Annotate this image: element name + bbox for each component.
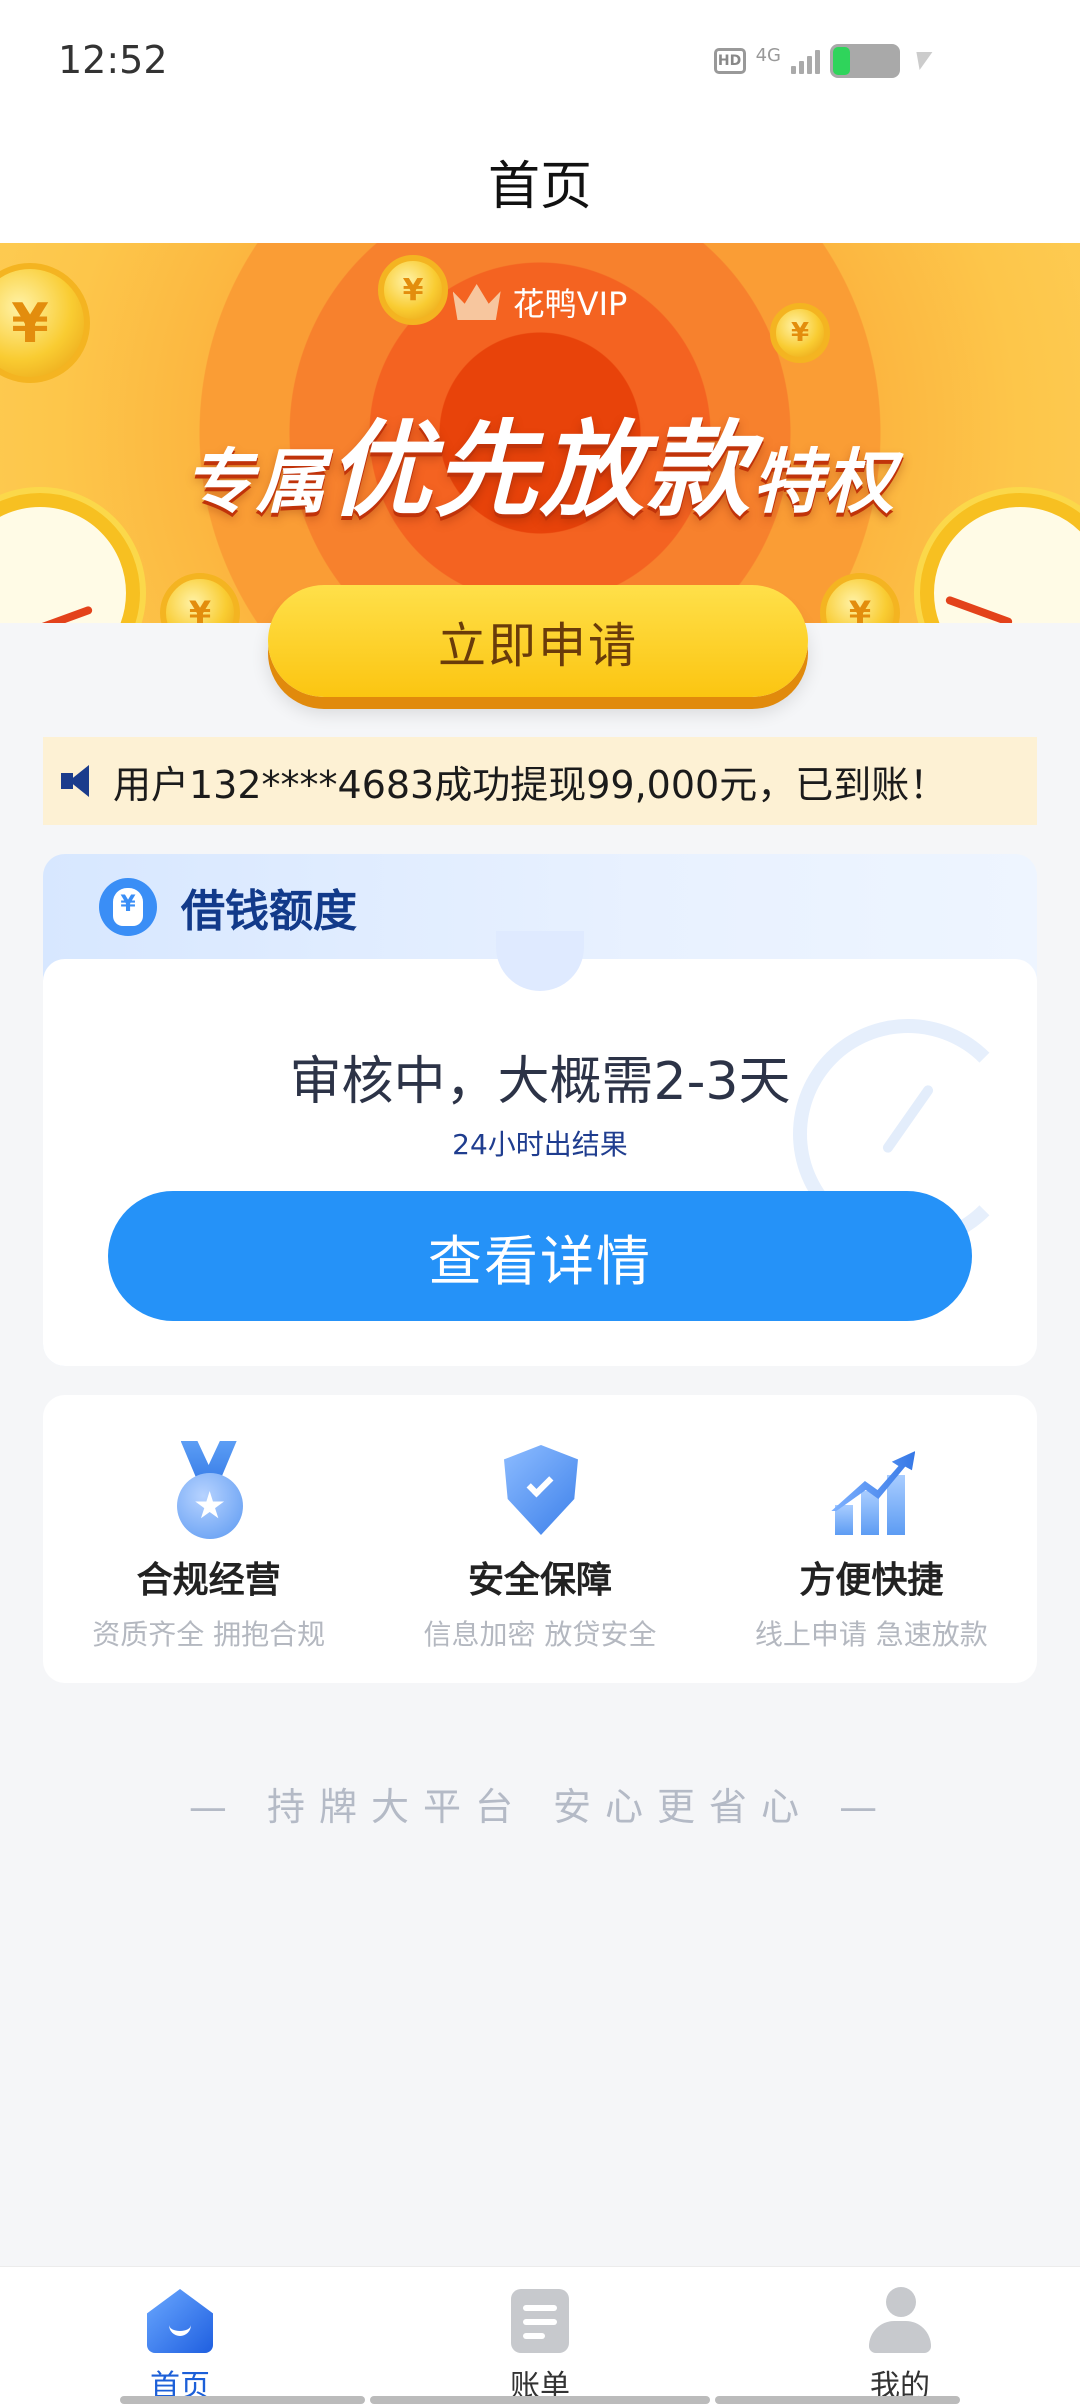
headline-suffix: 特权 (752, 441, 896, 523)
slogan: — 持牌大平台 安心更省心 — (188, 1785, 892, 1829)
gesture-bar (370, 2396, 710, 2404)
page-title: 首页 (487, 157, 592, 217)
view-details-label: 查看详情 (428, 1231, 652, 1292)
nav-item-profile[interactable]: 我的 (720, 2267, 1080, 2408)
vip-label: 花鸭VIP (0, 279, 1080, 325)
status-bar: 12:52 HD 4G (0, 0, 1080, 120)
banner-headline: 专属优先放款特权 (0, 385, 1080, 536)
vip-text: 花鸭VIP (512, 285, 628, 323)
shield-icon (490, 1441, 590, 1541)
hd-icon: HD (713, 48, 746, 74)
growth-chart-icon (821, 1441, 921, 1541)
feature-convenience: 方便快捷 线上申请 急速放款 (706, 1395, 1037, 1683)
loan-quota-card: 借钱额度 审核中，大概需2-3天 24小时出结果 查看详情 (43, 854, 1037, 1366)
feature-title: 安全保障 (467, 1560, 612, 1601)
quota-card-body: 审核中，大概需2-3天 24小时出结果 查看详情 (43, 931, 1037, 1366)
medal-icon (159, 1441, 259, 1541)
coin-icon (820, 573, 900, 623)
review-status: 审核中，大概需2-3天 (289, 1052, 791, 1112)
promo-banner[interactable]: 花鸭VIP 专属优先放款特权 (0, 243, 1080, 623)
headline-main: 优先放款 (327, 409, 752, 531)
battery-icon (830, 44, 900, 78)
withdrawal-notice: 用户132****4683成功提现99,000元，已到账！ (43, 737, 1037, 825)
bill-icon (505, 2285, 575, 2355)
battery-level (833, 47, 850, 75)
speaker-icon (59, 761, 99, 801)
gesture-bar (120, 2396, 365, 2404)
card-notch (496, 931, 584, 991)
signal-icon (791, 48, 820, 74)
notice-text: 用户132****4683成功提现99,000元，已到账！ (113, 762, 948, 807)
money-bag-icon (99, 877, 157, 936)
headline-prefix: 专属 (183, 441, 328, 523)
coin-icon (160, 573, 240, 623)
status-time: 12:52 (58, 38, 168, 82)
gesture-bar (715, 2396, 960, 2404)
feature-security: 安全保障 信息加密 放贷安全 (374, 1395, 705, 1683)
feature-title: 方便快捷 (799, 1560, 944, 1601)
bottom-nav: 首页 账单 我的 (0, 2266, 1080, 2408)
feature-desc: 资质齐全 拥抱合规 (92, 1618, 326, 1651)
view-details-button[interactable]: 查看详情 (108, 1191, 972, 1321)
crown-icon (452, 284, 501, 320)
feature-list: 合规经营 资质齐全 拥抱合规 安全保障 信息加密 放贷安全 方便快捷 线上申请 … (43, 1395, 1037, 1683)
app-header: 首页 (0, 120, 1080, 243)
profile-icon (865, 2285, 935, 2355)
network-type-label: 4G (755, 44, 781, 66)
feature-compliance: 合规经营 资质齐全 拥抱合规 (43, 1395, 374, 1683)
home-icon (145, 2285, 215, 2355)
apply-now-button[interactable]: 立即申请 (268, 585, 808, 697)
charging-icon (911, 52, 933, 70)
feature-title: 合规经营 (136, 1560, 281, 1601)
review-subtitle: 24小时出结果 (452, 1128, 628, 1161)
quota-title: 借钱额度 (181, 885, 357, 937)
feature-desc: 信息加密 放贷安全 (423, 1618, 657, 1651)
apply-now-label: 立即申请 (437, 620, 638, 673)
feature-desc: 线上申请 急速放款 (754, 1618, 988, 1651)
nav-item-bill[interactable]: 账单 (360, 2267, 720, 2408)
status-icons: HD 4G (713, 44, 933, 78)
nav-item-home[interactable]: 首页 (0, 2267, 360, 2408)
